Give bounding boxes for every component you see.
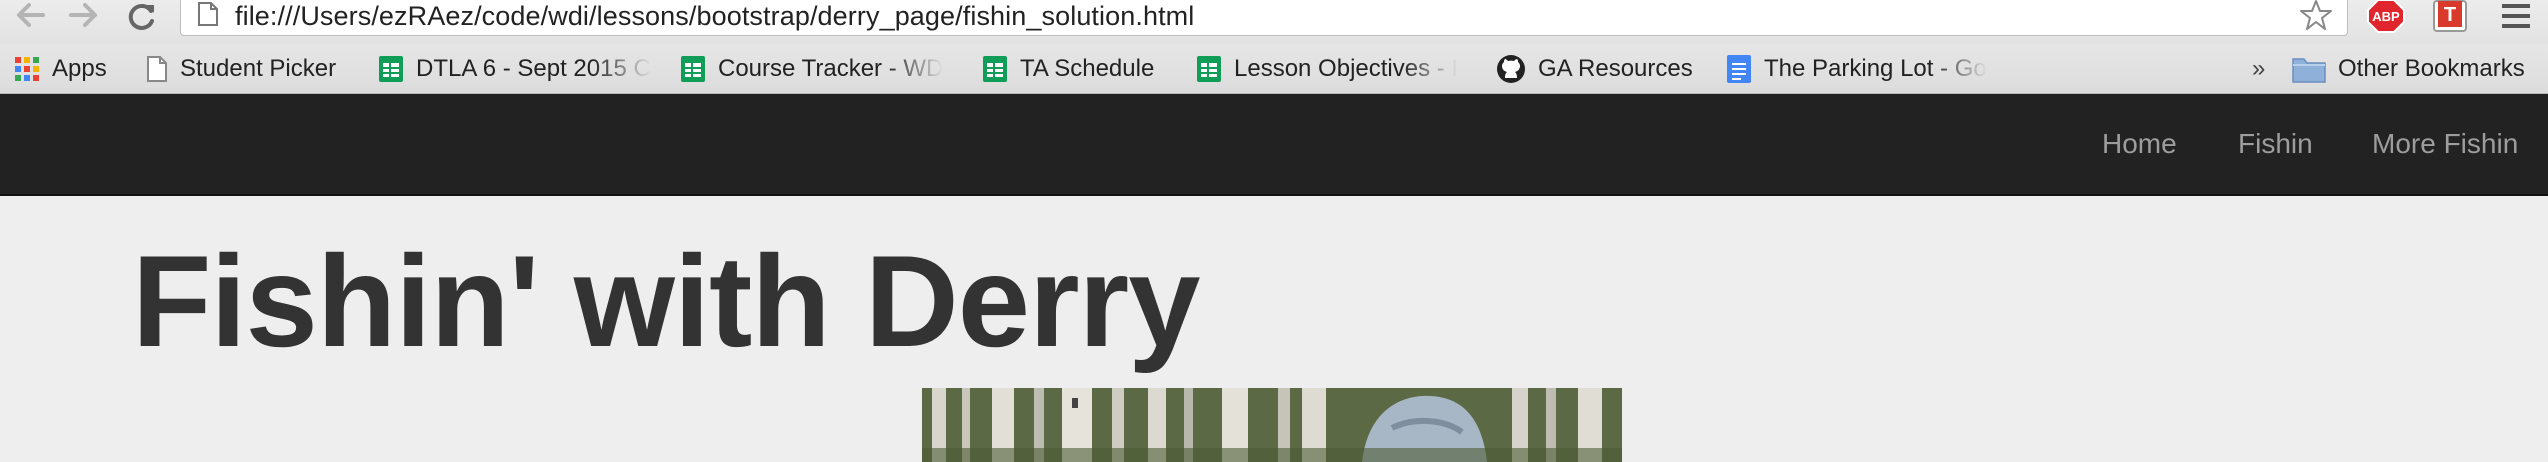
bookmark-ta-schedule[interactable]: TA Schedule [982, 44, 1154, 94]
arrow-right-icon [69, 3, 97, 27]
nav-link-more-fishin[interactable]: More Fishin [2372, 94, 2518, 194]
bookmark-label: Course Tracker - WD [718, 55, 944, 82]
reload-icon [128, 3, 154, 30]
bookmark-parking-lot[interactable]: The Parking Lot - Go [1726, 44, 1998, 94]
docs-icon [1726, 54, 1752, 84]
nav-link-home[interactable]: Home [2102, 94, 2177, 194]
url-text[interactable]: file:///Users/ezRAez/code/wdi/lessons/bo… [235, 1, 1194, 32]
bookmark-label: Lesson Objectives - I [1234, 55, 1459, 82]
hamburger-menu-icon [2502, 4, 2530, 28]
sheets-icon [1196, 55, 1222, 83]
bookmark-dtla6[interactable]: DTLA 6 - Sept 2015 C [378, 44, 650, 94]
github-icon [1496, 54, 1526, 84]
bookmark-lesson-objectives[interactable]: Lesson Objectives - I [1196, 44, 1468, 94]
t-extension[interactable]: T [2430, 0, 2470, 32]
adblock-icon: ABP [2367, 0, 2405, 33]
bookmark-label: Student Picker [180, 55, 337, 82]
other-bookmarks-folder[interactable]: Other Bookmarks [2292, 44, 2525, 94]
sheets-icon [680, 55, 706, 83]
apps-grid-icon [14, 56, 40, 82]
arrow-left-icon [17, 3, 45, 27]
site-navbar: Home Fishin More Fishin [0, 94, 2548, 196]
bookmark-student-picker[interactable]: Student Picker [146, 44, 336, 94]
nav-link-fishin[interactable]: Fishin [2238, 94, 2313, 194]
bookmarks-bar: Apps Student Picker DTLA 6 - Sept 2015 C [0, 44, 2548, 94]
more-bookmarks-chevron[interactable]: » [2252, 44, 2265, 94]
back-button[interactable] [12, 0, 48, 32]
bookmark-label: GA Resources [1538, 55, 1693, 82]
t-extension-icon: T [2433, 0, 2467, 32]
bookmark-star-icon[interactable] [2299, 0, 2333, 36]
page-title: Fishin' with Derry [132, 228, 1201, 374]
chrome-menu-button[interactable] [2496, 0, 2536, 32]
hero-photo [922, 388, 1622, 462]
bookmark-apps[interactable]: Apps [14, 44, 107, 94]
bookmark-ga-resources[interactable]: GA Resources [1496, 44, 1693, 94]
browser-toolbar: file:///Users/ezRAez/code/wdi/lessons/bo… [0, 0, 2548, 44]
page-icon [146, 55, 168, 83]
t-label: T [2444, 4, 2456, 26]
reload-button[interactable] [124, 0, 160, 32]
bookmark-label: Apps [52, 55, 107, 82]
more-bookmarks-label: » [2252, 55, 2266, 82]
bookmark-label: Other Bookmarks [2338, 55, 2525, 82]
forward-button[interactable] [66, 0, 102, 32]
bookmark-label: DTLA 6 - Sept 2015 C [416, 55, 650, 82]
bookmark-label: The Parking Lot - Go [1764, 55, 1987, 82]
sheets-icon [982, 55, 1008, 83]
birch-forest-photo [922, 388, 1622, 462]
page-icon [197, 1, 219, 32]
sheets-icon [378, 55, 404, 83]
abp-label: ABP [2372, 9, 2400, 24]
address-bar[interactable]: file:///Users/ezRAez/code/wdi/lessons/bo… [180, 0, 2348, 36]
bookmark-label: TA Schedule [1020, 55, 1155, 82]
adblock-plus-extension[interactable]: ABP [2366, 0, 2406, 33]
bookmark-course-tracker[interactable]: Course Tracker - WD [680, 44, 952, 94]
folder-icon [2292, 55, 2326, 83]
